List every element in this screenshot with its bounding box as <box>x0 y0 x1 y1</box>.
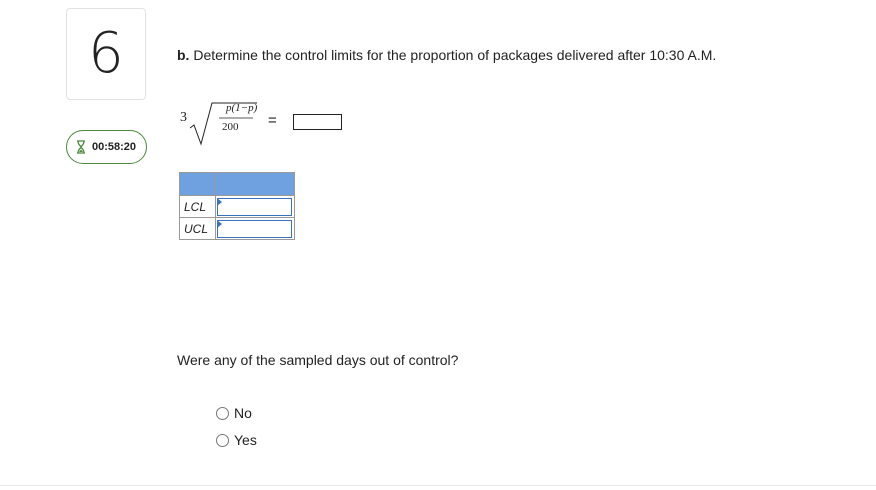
lcl-cell <box>215 195 295 218</box>
radio-button-no[interactable] <box>216 406 229 420</box>
table-row-ucl: UCL <box>179 217 295 240</box>
hourglass-icon <box>76 140 86 154</box>
timer-value: 00:58:20 <box>92 141 137 153</box>
question-page: 6 00:58:20 b. Determine the control limi… <box>0 0 876 490</box>
table-row-lcl: LCL <box>179 195 295 218</box>
timer-badge[interactable]: 00:58:20 <box>66 130 147 164</box>
radio-option-yes[interactable]: Yes <box>216 432 257 448</box>
cell-marker-icon <box>217 220 222 228</box>
ucl-input[interactable] <box>217 219 292 238</box>
ucl-label: UCL <box>179 217 216 240</box>
control-limit-formula: 3 p(1−p) 200 = <box>177 98 357 148</box>
header-cell-value <box>215 172 295 196</box>
cell-marker-icon <box>217 198 222 206</box>
equals-sign: = <box>268 112 277 129</box>
out-of-control-question: Were any of the sampled days out of cont… <box>177 352 459 368</box>
formula-numerator: p(1−p) <box>226 102 258 114</box>
header-cell-label <box>179 172 216 196</box>
radio-label-yes: Yes <box>234 432 257 448</box>
part-b-label: b. <box>177 47 190 63</box>
control-limits-table: LCL UCL <box>179 172 295 240</box>
formula-coefficient: 3 <box>180 110 187 125</box>
lcl-label: LCL <box>179 195 216 218</box>
ucl-cell <box>215 217 295 240</box>
radio-button-yes[interactable] <box>216 433 229 447</box>
formula-answer-input[interactable] <box>293 114 342 130</box>
question-number: 6 <box>88 21 124 86</box>
radio-option-no[interactable]: No <box>216 405 252 421</box>
part-b-text: Determine the control limits for the pro… <box>193 47 717 63</box>
formula-denominator: 200 <box>222 121 239 133</box>
lcl-input[interactable] <box>217 197 292 216</box>
table-header-row <box>179 172 295 196</box>
radio-label-no: No <box>234 405 252 421</box>
question-number-box: 6 <box>66 8 146 100</box>
part-b-prompt: b. Determine the control limits for the … <box>177 47 716 63</box>
bottom-divider <box>0 485 876 486</box>
